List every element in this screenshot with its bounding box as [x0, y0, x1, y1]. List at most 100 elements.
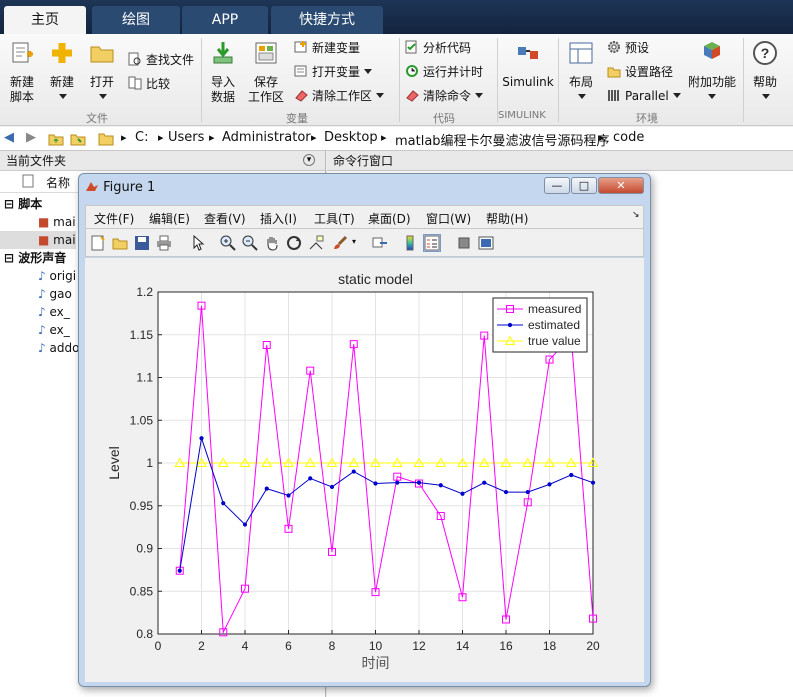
colorbar-icon[interactable]: [402, 235, 418, 251]
simulink-button[interactable]: Simulink: [502, 40, 554, 90]
help-button[interactable]: ? 帮助: [745, 40, 785, 90]
collapse-icon[interactable]: ⊟: [4, 251, 14, 265]
open-dropdown-arrow[interactable]: [99, 94, 107, 99]
addons-button[interactable]: 附加功能: [686, 40, 738, 90]
tab-home[interactable]: 主页: [4, 6, 86, 34]
tab-shortcuts[interactable]: 快捷方式: [271, 6, 383, 34]
forward-arrow-icon[interactable]: ▶: [26, 130, 36, 145]
name-column-header[interactable]: 名称: [46, 174, 70, 191]
collapse-icon[interactable]: ⊟: [4, 197, 14, 211]
file-item[interactable]: ♪ ex_: [38, 303, 70, 321]
analyze-code-label: 分析代码: [423, 41, 472, 55]
run-and-time-button[interactable]: 运行并计时: [405, 62, 483, 82]
rotate-3d-icon[interactable]: [286, 235, 302, 251]
import-label-1: 导入: [210, 75, 235, 89]
y-tick-label: 1.05: [130, 413, 154, 427]
tab-apps[interactable]: APP: [182, 6, 268, 34]
breadcrumb-item[interactable]: matlab编程卡尔曼滤波信号源码程序: [395, 130, 610, 149]
new-script-button[interactable]: 新建 脚本: [2, 40, 42, 105]
open-file-icon[interactable]: [112, 235, 128, 251]
pan-hand-icon[interactable]: [264, 235, 280, 251]
import-data-button[interactable]: 导入 数据: [203, 40, 243, 105]
file-item-selected[interactable]: ■ mai: [0, 231, 76, 249]
new-variable-button[interactable]: 新建变量: [294, 38, 360, 58]
help-dropdown-arrow[interactable]: [762, 94, 770, 99]
addons-dropdown-arrow[interactable]: [708, 94, 716, 99]
menubar-expand-icon[interactable]: ↘: [632, 210, 640, 220]
new-button[interactable]: 新建: [42, 40, 82, 90]
menu-file[interactable]: 文件(F): [94, 210, 134, 227]
ribbon: 新建 脚本 新建 打开 查找文件 比较 文件 导入 数据 保存 工作区 新建变量…: [0, 34, 793, 126]
zoom-in-icon[interactable]: [220, 235, 236, 251]
clear-commands-button[interactable]: 清除命令: [405, 86, 484, 106]
parallel-button[interactable]: Parallel: [607, 86, 681, 106]
group-scripts[interactable]: ⊟ 脚本: [4, 195, 42, 213]
preferences-button[interactable]: 预设: [607, 38, 649, 58]
menu-insert[interactable]: 插入(I): [260, 210, 297, 227]
save-icon[interactable]: [134, 235, 150, 251]
chart[interactable]: 0 2 4 6 8 10 12 14 16 18 20 0.8 0.85 0.9 0.95 1 1.05 1.1 1…: [85, 258, 644, 682]
hide-plot-tools-icon[interactable]: [456, 235, 472, 251]
brush-dropdown-arrow[interactable]: ▾: [352, 237, 356, 246]
clear-workspace-label: 清除工作区: [312, 89, 373, 103]
breadcrumb-item[interactable]: code: [613, 130, 644, 145]
brush-icon[interactable]: [332, 235, 348, 251]
menu-tools[interactable]: 工具(T): [314, 210, 355, 227]
clear-workspace-button[interactable]: 清除工作区: [294, 86, 385, 106]
figure-window[interactable]: Figure 1 — □ ✕ 文件(F) 编辑(E) 查看(V) 插入(I) 工…: [78, 173, 651, 687]
figure-titlebar[interactable]: Figure 1: [85, 177, 155, 199]
figure-canvas[interactable]: 0 2 4 6 8 10 12 14 16 18 20 0.8 0.85 0.9 0.95 1 1.05 1.1 1…: [85, 258, 644, 682]
analyze-code-button[interactable]: 分析代码: [405, 38, 471, 58]
open-variable-dropdown-arrow[interactable]: [364, 69, 373, 74]
layout-dropdown-arrow[interactable]: [578, 94, 586, 99]
menu-view[interactable]: 查看(V): [204, 210, 246, 227]
file-item[interactable]: ♪ origi: [38, 267, 76, 285]
find-files-button[interactable]: 查找文件: [128, 50, 194, 70]
data-cursor-icon[interactable]: [308, 235, 324, 251]
new-figure-icon[interactable]: [90, 235, 106, 251]
figure-title: Figure 1: [103, 180, 156, 195]
legend-icon[interactable]: [423, 234, 441, 252]
back-arrow-icon[interactable]: ◀: [4, 130, 14, 145]
menu-desktop[interactable]: 桌面(D): [368, 210, 411, 227]
save-workspace-button[interactable]: 保存 工作区: [245, 40, 287, 105]
up-folder-icon[interactable]: [48, 131, 64, 147]
show-plot-tools-icon[interactable]: [478, 235, 494, 251]
breadcrumb-item[interactable]: Desktop: [324, 130, 378, 145]
print-icon[interactable]: [156, 235, 172, 251]
panel-menu-icon[interactable]: ▾: [303, 154, 315, 166]
layout-button[interactable]: 布局: [561, 40, 601, 90]
menu-edit[interactable]: 编辑(E): [149, 210, 190, 227]
x-tick-label: 0: [155, 639, 162, 653]
menu-help[interactable]: 帮助(H): [486, 210, 528, 227]
tab-plots[interactable]: 绘图: [92, 6, 180, 34]
close-button[interactable]: ✕: [598, 177, 644, 194]
group-sounds[interactable]: ⊟ 波形声音: [4, 249, 66, 267]
file-item[interactable]: ■ mai: [38, 213, 76, 231]
parallel-dropdown-arrow[interactable]: [672, 93, 681, 98]
set-path-button[interactable]: 设置路径: [607, 62, 673, 82]
compare-button[interactable]: 比较: [128, 74, 170, 94]
matlab-figure-icon: [86, 182, 98, 191]
chart-title: static model: [338, 271, 413, 287]
clear-workspace-dropdown-arrow[interactable]: [376, 93, 385, 98]
file-item[interactable]: ♪ gao: [38, 285, 72, 303]
link-plot-icon[interactable]: [372, 235, 388, 251]
breadcrumb-item[interactable]: Administrator: [222, 130, 311, 145]
browse-folder-icon[interactable]: [70, 131, 86, 147]
maximize-button[interactable]: □: [571, 177, 597, 194]
clear-commands-dropdown-arrow[interactable]: [475, 93, 484, 98]
breadcrumb-item[interactable]: C:: [135, 130, 148, 145]
breadcrumb-item[interactable]: Users: [168, 130, 204, 145]
zoom-out-icon[interactable]: [242, 235, 258, 251]
minimize-button[interactable]: —: [544, 177, 570, 194]
new-dropdown-arrow[interactable]: [59, 94, 67, 99]
open-variable-button[interactable]: 打开变量: [294, 62, 373, 82]
file-item[interactable]: ♪ addo: [38, 339, 79, 357]
file-item[interactable]: ♪ ex_: [38, 321, 70, 339]
layout-icon: [569, 42, 593, 64]
open-button[interactable]: 打开: [82, 40, 122, 90]
help-label: 帮助: [752, 75, 777, 89]
menu-window[interactable]: 窗口(W): [426, 210, 471, 227]
pointer-icon[interactable]: [190, 235, 206, 251]
